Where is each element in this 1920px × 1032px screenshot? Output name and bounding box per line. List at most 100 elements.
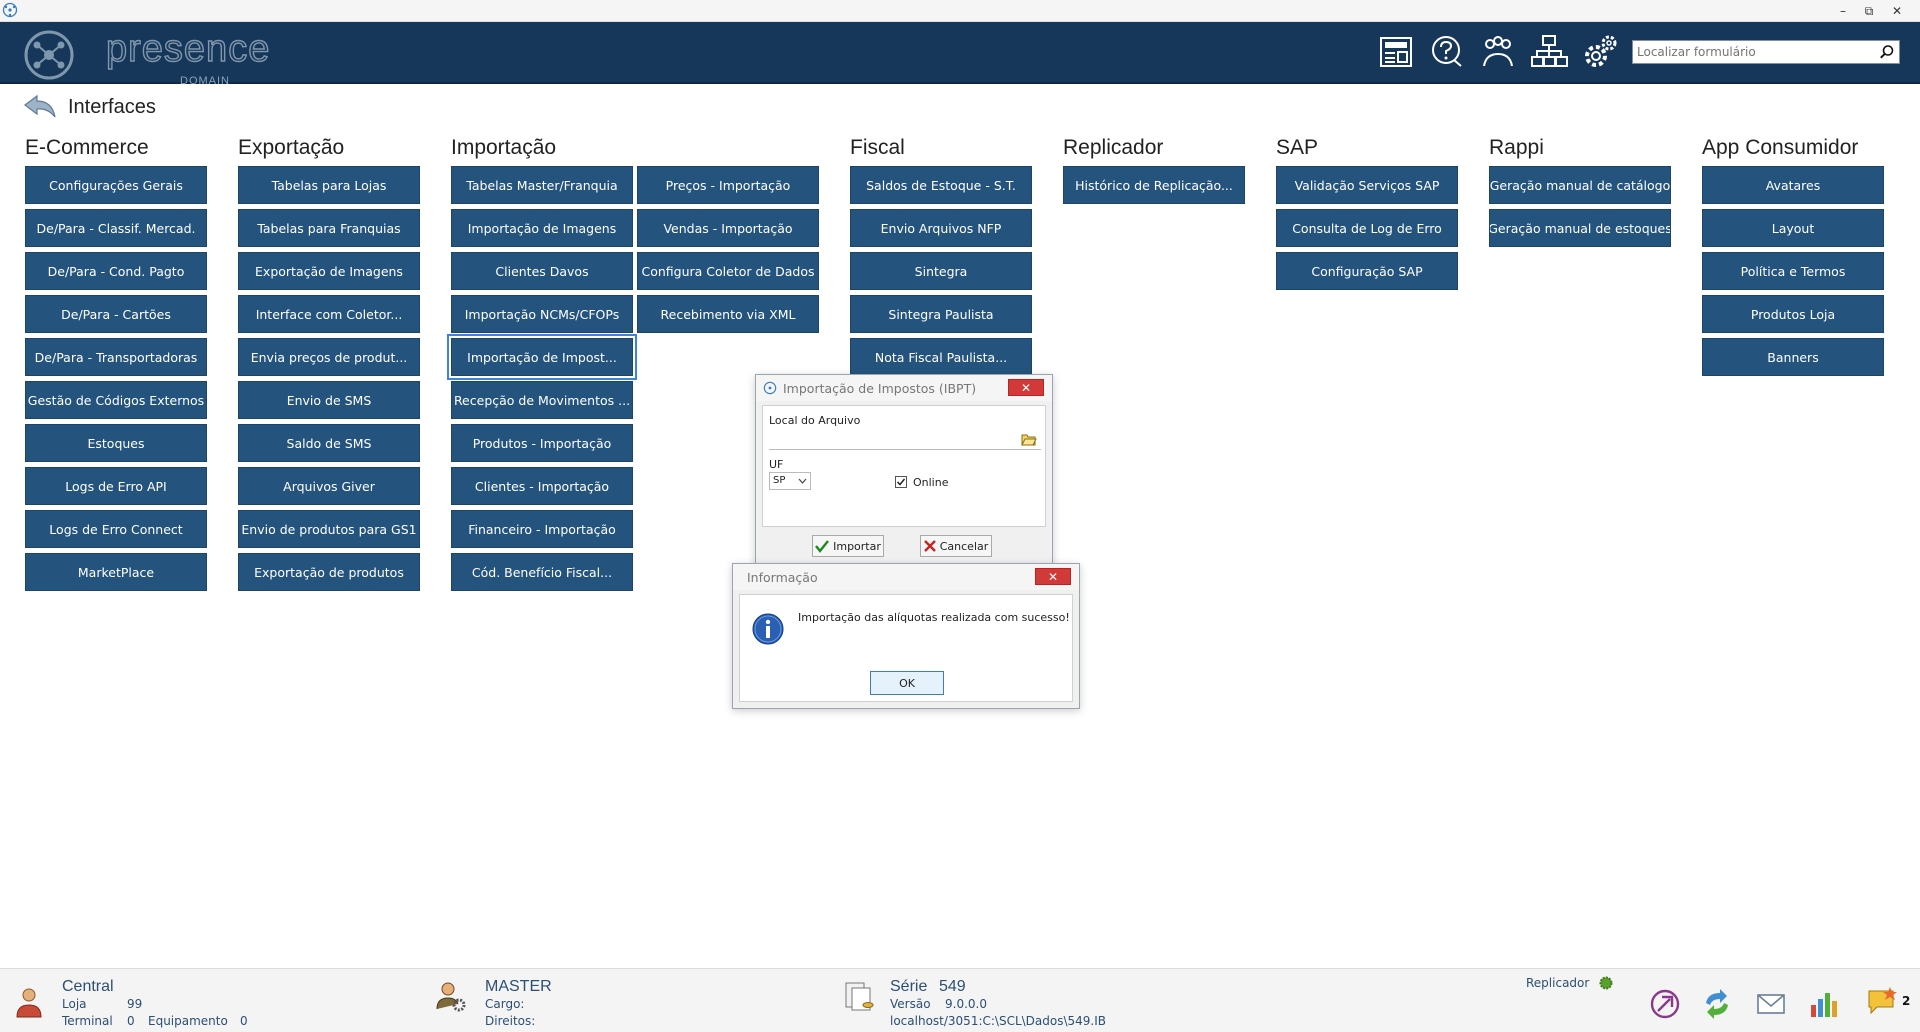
restore-button[interactable]: ⧉: [1856, 0, 1882, 22]
tile-consulta-de-log-de-erro[interactable]: Consulta de Log de Erro: [1276, 209, 1458, 247]
tile-envio-de-produtos-para-gs1[interactable]: Envio de produtos para GS1: [238, 510, 420, 548]
mail-icon[interactable]: [1754, 987, 1788, 1021]
search-input[interactable]: [1633, 41, 1869, 63]
close-button[interactable]: ✕: [1882, 0, 1912, 22]
chevron-down-icon: [798, 478, 807, 484]
tile-logs-de-erro-connect[interactable]: Logs de Erro Connect: [25, 510, 207, 548]
loja-value: 99: [127, 997, 143, 1011]
window-titlebar: – ⧉ ✕: [0, 0, 1920, 22]
column-title-replicador: Replicador: [1063, 136, 1164, 159]
terminal-label: Terminal: [62, 1014, 113, 1028]
folder-open-icon[interactable]: [1021, 432, 1037, 446]
tile-marketplace[interactable]: MarketPlace: [25, 553, 207, 591]
tile-gestao-de-codigos-externos[interactable]: Gestão de Códigos Externos: [25, 381, 207, 419]
uf-select[interactable]: SP: [769, 472, 811, 490]
tile-financeiro-importacao[interactable]: Financeiro - Importação: [451, 510, 633, 548]
tile-envio-de-sms[interactable]: Envio de SMS: [238, 381, 420, 419]
tile-precos-importacao[interactable]: Preços - Importação: [637, 166, 819, 204]
tile-politica-e-termos[interactable]: Política e Termos: [1702, 252, 1884, 290]
tile-de-para-transportadoras[interactable]: De/Para - Transportadoras: [25, 338, 207, 376]
help-icon[interactable]: [1427, 32, 1467, 72]
close-x-icon: [923, 540, 936, 552]
tile-avatares[interactable]: Avatares: [1702, 166, 1884, 204]
network-icon[interactable]: [1529, 32, 1569, 72]
info-body: Importação das alíquotas realizada com s…: [739, 594, 1073, 702]
sync-icon[interactable]: [1700, 987, 1734, 1021]
users-icon[interactable]: [1478, 32, 1518, 72]
direitos-label: Direitos:: [485, 1014, 536, 1028]
search-box: [1632, 40, 1900, 64]
import-button-label: Importar: [833, 539, 881, 553]
tile-tabelas-master-franquia[interactable]: Tabelas Master/Franquia: [451, 166, 633, 204]
messages-icon[interactable]: [1866, 985, 1900, 1019]
tile-produtos-importacao[interactable]: Produtos - Importação: [451, 424, 633, 462]
tile-configuracao-sap[interactable]: Configuração SAP: [1276, 252, 1458, 290]
tile-exportacao-de-imagens[interactable]: Exportação de Imagens: [238, 252, 420, 290]
tile-geracao-manual-de-catalogo[interactable]: Geração manual de catálogo: [1489, 166, 1671, 204]
app-header: presence DOMAIN: [0, 22, 1920, 87]
ok-button-label: OK: [899, 676, 915, 690]
tile-clientes-importacao[interactable]: Clientes - Importação: [451, 467, 633, 505]
tile-exportacao-de-produtos[interactable]: Exportação de produtos: [238, 553, 420, 591]
tile-vendas-importacao[interactable]: Vendas - Importação: [637, 209, 819, 247]
tile-validacao-servicos-sap[interactable]: Validação Serviços SAP: [1276, 166, 1458, 204]
cancel-button[interactable]: Cancelar: [920, 535, 992, 557]
user-name: MASTER: [485, 978, 552, 995]
tile-recebimento-via-xml[interactable]: Recebimento via XML: [637, 295, 819, 333]
tile-de-para-cartoes[interactable]: De/Para - Cartões: [25, 295, 207, 333]
tile-configura-coletor-de-dados[interactable]: Configura Coletor de Dados: [637, 252, 819, 290]
tile-importacao-de-imagens[interactable]: Importação de Imagens: [451, 209, 633, 247]
tile-interface-com-coletor[interactable]: Interface com Coletor...: [238, 295, 420, 333]
tile-arquivos-giver[interactable]: Arquivos Giver: [238, 467, 420, 505]
search-icon[interactable]: [1879, 44, 1895, 60]
versao-value: 9.0.0.0: [945, 997, 987, 1011]
tile-tabelas-para-lojas[interactable]: Tabelas para Lojas: [238, 166, 420, 204]
chart-icon[interactable]: [1806, 987, 1840, 1021]
tile-sintegra-paulista[interactable]: Sintegra Paulista: [850, 295, 1032, 333]
tile-layout[interactable]: Layout: [1702, 209, 1884, 247]
info-dialog: Informação ✕ Importação das alíquotas re…: [732, 563, 1080, 709]
info-close-button[interactable]: ✕: [1035, 568, 1071, 585]
tile-geracao-manual-de-estoques[interactable]: Geração manual de estoques: [1489, 209, 1671, 247]
database-icon: [845, 982, 874, 1011]
file-label: Local do Arquivo: [769, 414, 861, 427]
tile-configuracoes-gerais[interactable]: Configurações Gerais: [25, 166, 207, 204]
column-title-app-consumidor: App Consumidor: [1702, 136, 1859, 159]
tile-de-para-classif-mercad[interactable]: De/Para - Classif. Mercad.: [25, 209, 207, 247]
tile-estoques[interactable]: Estoques: [25, 424, 207, 462]
ok-button[interactable]: OK: [870, 671, 944, 695]
minimize-button[interactable]: –: [1830, 0, 1856, 22]
tile-recepcao-de-movimentos[interactable]: Recepção de Movimentos ...: [451, 381, 633, 419]
info-dialog-title: Informação: [747, 569, 818, 585]
logo-icon: [24, 30, 74, 80]
tag-icon[interactable]: [1648, 987, 1682, 1021]
column-title-importacao: Importação: [451, 136, 557, 159]
brand-logo: presence: [105, 27, 271, 70]
tile-produtos-loja[interactable]: Produtos Loja: [1702, 295, 1884, 333]
tile-sintegra[interactable]: Sintegra: [850, 252, 1032, 290]
column-title-sap: SAP: [1276, 136, 1319, 159]
file-path-field[interactable]: [769, 430, 1041, 450]
tile-cod-beneficio-fiscal[interactable]: Cód. Benefício Fiscal...: [451, 553, 633, 591]
tile-nota-fiscal-paulista[interactable]: Nota Fiscal Paulista...: [850, 338, 1032, 376]
tile-saldo-de-sms[interactable]: Saldo de SMS: [238, 424, 420, 462]
online-label: Online: [913, 476, 949, 489]
ibpt-close-button[interactable]: ✕: [1008, 379, 1044, 396]
tile-clientes-davos[interactable]: Clientes Davos: [451, 252, 633, 290]
tile-importacao-ncms-cfops[interactable]: Importação NCMs/CFOPs: [451, 295, 633, 333]
cargo-label: Cargo:: [485, 997, 525, 1011]
tile-envio-arquivos-nfp[interactable]: Envio Arquivos NFP: [850, 209, 1032, 247]
tile-envia-precos-de-produt[interactable]: Envia preços de produt...: [238, 338, 420, 376]
tile-tabelas-para-franquias[interactable]: Tabelas para Franquias: [238, 209, 420, 247]
news-icon[interactable]: [1376, 32, 1416, 72]
tile-de-para-cond-pagto[interactable]: De/Para - Cond. Pagto: [25, 252, 207, 290]
online-checkbox[interactable]: [895, 476, 907, 488]
settings-icon[interactable]: [1580, 32, 1620, 72]
back-arrow-icon[interactable]: [22, 92, 58, 122]
tile-saldos-de-estoque-s-t[interactable]: Saldos de Estoque - S.T.: [850, 166, 1032, 204]
tile-historico-de-replicacao[interactable]: Histórico de Replicação...: [1063, 166, 1245, 204]
tile-importacao-de-impost[interactable]: Importação de Impost...: [447, 334, 637, 380]
tile-banners[interactable]: Banners: [1702, 338, 1884, 376]
import-button[interactable]: Importar: [812, 535, 884, 557]
tile-logs-de-erro-api[interactable]: Logs de Erro API: [25, 467, 207, 505]
